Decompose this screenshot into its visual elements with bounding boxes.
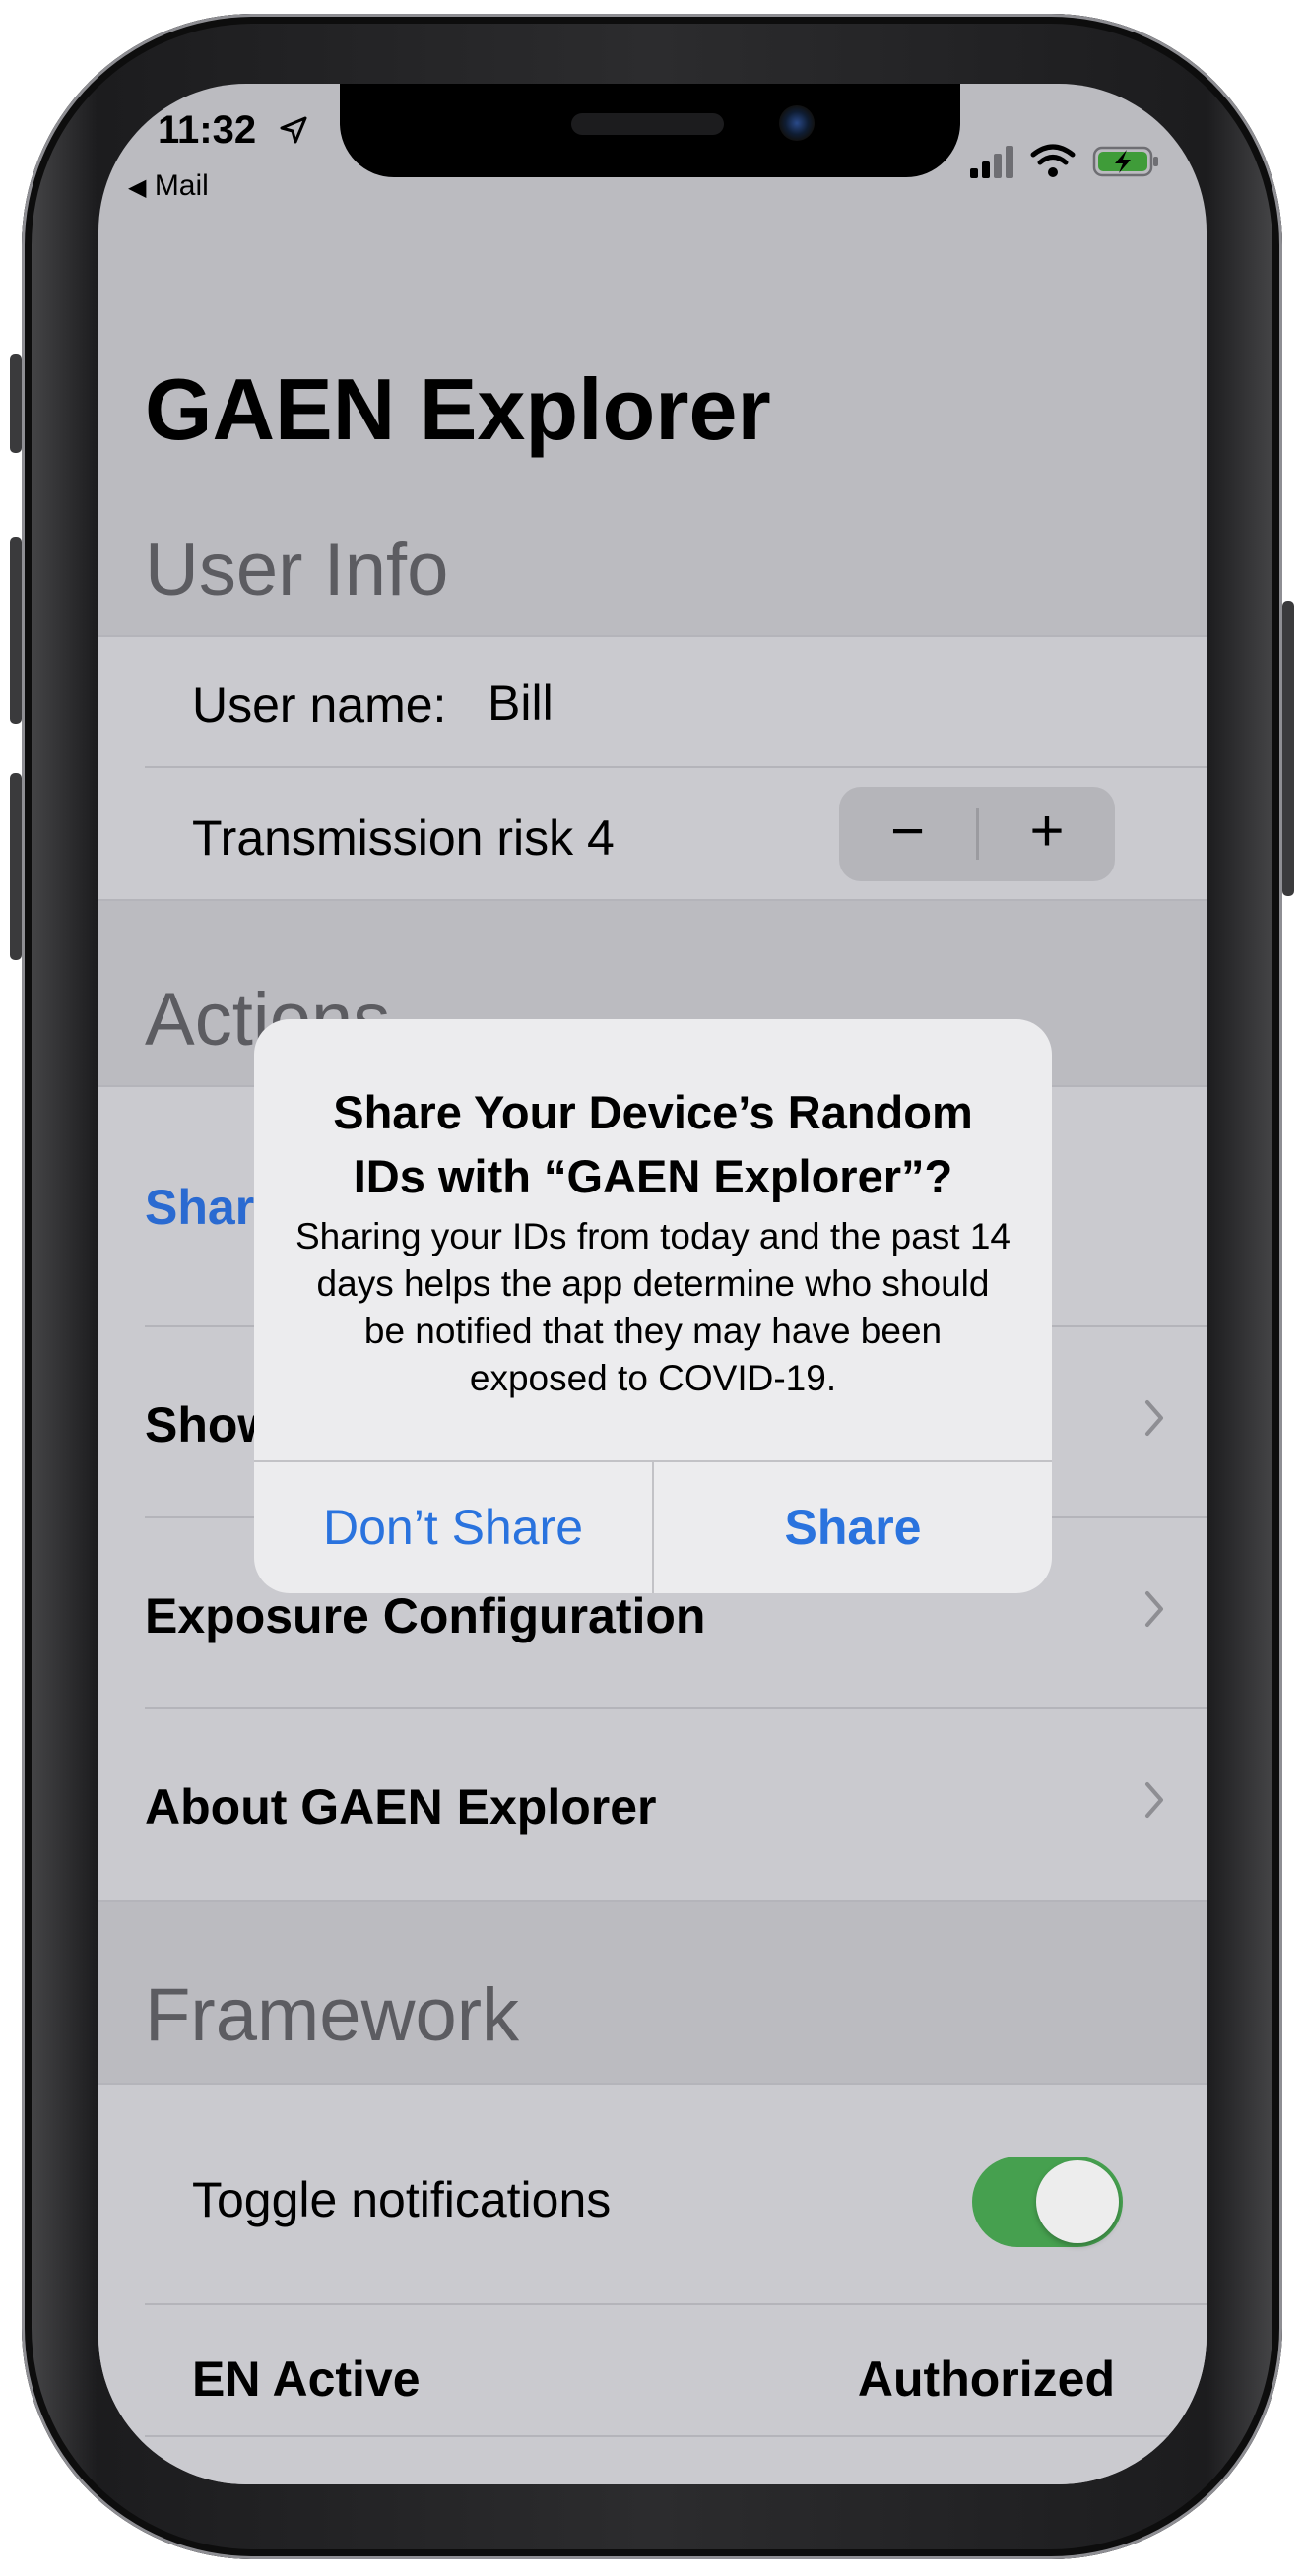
share-button[interactable]: Share: [654, 1462, 1052, 1593]
divider: [145, 2435, 1207, 2437]
divider: [98, 635, 1207, 637]
toggle-knob: [1036, 2160, 1119, 2243]
en-active-label: EN Active: [192, 2351, 421, 2407]
framework-group: Toggle notifications EN Active Authorize…: [98, 2083, 1207, 2484]
stepper-increment-button[interactable]: +: [979, 787, 1115, 881]
earpiece-speaker: [571, 113, 724, 135]
toggle-notifications-label: Toggle notifications: [192, 2172, 612, 2227]
wifi-icon: [1030, 144, 1076, 177]
chevron-right-icon: [1143, 1398, 1165, 1443]
volume-down-button: [10, 773, 22, 960]
divider: [145, 2303, 1207, 2305]
silent-switch: [10, 354, 22, 453]
back-to-mail-link[interactable]: ◀ Mail: [128, 169, 209, 203]
en-status-value: Authorized: [857, 2351, 1115, 2407]
status-time: 11:32: [158, 108, 257, 152]
chevron-right-icon: [1143, 1780, 1165, 1825]
back-triangle-icon: ◀: [128, 174, 147, 201]
transmission-risk-label: Transmission risk 4: [192, 810, 615, 866]
alert-title: Share Your Device’s Random IDs with “GAE…: [333, 1086, 973, 1202]
back-app-label: Mail: [154, 169, 209, 202]
stepper-decrement-button[interactable]: −: [839, 787, 976, 881]
front-camera: [779, 105, 815, 141]
notifications-toggle[interactable]: [972, 2157, 1123, 2247]
alert-message: Sharing your IDs from today and the past…: [294, 1216, 1011, 1398]
exposure-configuration-label: Exposure Configuration: [145, 1588, 706, 1643]
power-button: [1282, 601, 1294, 896]
dont-share-button[interactable]: Don’t Share: [254, 1462, 652, 1593]
chevron-right-icon: [1143, 1589, 1165, 1634]
status-icons: [970, 141, 1167, 185]
section-header-framework: Framework: [145, 1973, 520, 2057]
transmission-risk-stepper[interactable]: − +: [839, 787, 1115, 881]
divider: [98, 1900, 1207, 1902]
divider: [98, 2083, 1207, 2085]
divider: [98, 899, 1207, 901]
volume-up-button: [10, 537, 22, 724]
user-name-field[interactable]: Bill: [488, 675, 554, 732]
battery-charging-icon: [1092, 146, 1158, 177]
notch: [340, 84, 960, 177]
divider: [145, 766, 1207, 768]
about-row-label: About GAEN Explorer: [145, 1779, 657, 1835]
section-header-user-info: User Info: [145, 528, 449, 612]
page-title: GAEN Explorer: [145, 360, 771, 458]
user-name-label: User name:: [192, 677, 447, 733]
location-arrow-icon: [279, 115, 308, 150]
screen: 11:32 ◀ Mail GAEN Explorer User Info Use…: [98, 84, 1207, 2484]
signal-bars-icon: [970, 146, 1013, 178]
action-row-about[interactable]: About GAEN Explorer: [98, 1709, 1207, 1900]
share-ids-alert: Share Your Device’s Random IDs with “GAE…: [254, 1019, 1052, 1593]
